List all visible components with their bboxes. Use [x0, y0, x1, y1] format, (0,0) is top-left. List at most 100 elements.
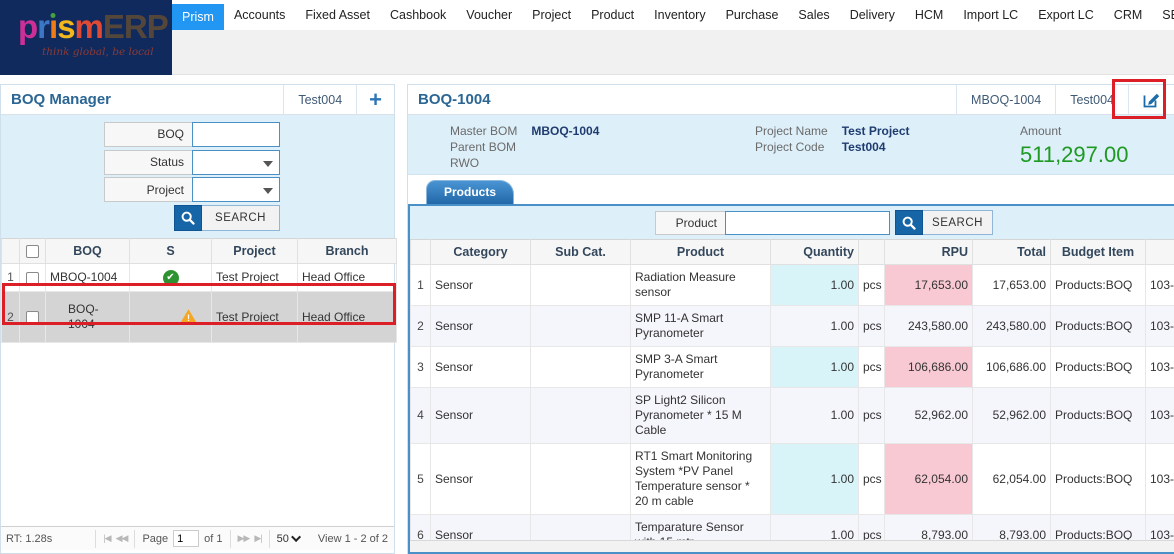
page-label: Page: [142, 532, 169, 545]
cell-num: 4: [410, 387, 431, 444]
cell-qty: 1.00: [770, 387, 859, 444]
product-search-label: Product: [655, 210, 725, 235]
logo-letter: ı: [49, 8, 58, 45]
cell-unit: pcs: [858, 443, 885, 515]
top-header: prı smERP think global, be local Prism Acc…: [0, 0, 1174, 75]
cell-product: SMP 3-A Smart Pyranometer: [630, 346, 771, 388]
header-budget-item[interactable]: Budget Item: [1050, 239, 1146, 265]
response-time: RT: 1.28s: [6, 532, 53, 545]
cell-rpu: 52,962.00: [884, 387, 973, 444]
boq-filter-area: BOQ Status Project SEARCH: [1, 115, 394, 238]
nav-item-sales[interactable]: Sales: [788, 0, 839, 30]
nav-item-accounts[interactable]: Accounts: [224, 0, 295, 30]
boq-manager-panel: BOQ Manager Test004 + BOQ Status Project: [0, 84, 397, 554]
header-boq[interactable]: BOQ: [45, 237, 130, 265]
nav-item-sbs[interactable]: SBS: [1152, 0, 1174, 30]
first-page-icon[interactable]: |◀: [103, 533, 111, 544]
status-filter-select[interactable]: [192, 149, 280, 175]
table-row[interactable]: 4 Sensor SP Light2 Silicon Pyranometer * 1…: [410, 387, 1174, 444]
cell-num: 1: [1, 263, 20, 293]
nav-item-product[interactable]: Product: [581, 0, 644, 30]
nav-item-crm[interactable]: CRM: [1104, 0, 1152, 30]
project-code-button[interactable]: Test004: [1055, 85, 1128, 114]
boq-manager-header: BOQ Manager Test004 +: [1, 85, 394, 115]
header-quantity[interactable]: Quantity: [770, 239, 859, 265]
table-row[interactable]: 5 Sensor RT1 Smart Monitoring System *PV P…: [410, 443, 1174, 515]
cell-status: ✔: [129, 263, 212, 293]
cell-subcat: [530, 514, 631, 540]
header-row-number: [1, 237, 20, 265]
header-branch[interactable]: Branch: [297, 237, 397, 265]
cell-product: SP Light2 Silicon Pyranometer * 15 M Cab…: [630, 387, 771, 444]
cell-subcat: [530, 346, 631, 388]
horizontal-scrollbar[interactable]: [410, 540, 1174, 552]
nav-item-purchase[interactable]: Purchase: [716, 0, 789, 30]
amount-value: 511,297.00: [1020, 142, 1129, 167]
table-row[interactable]: 1 MBOQ-1004 ✔ Test Project Head Office: [1, 263, 397, 293]
row-checkbox[interactable]: [26, 311, 39, 325]
parent-bom-label: Parent BOM: [450, 140, 517, 154]
cell-category: Sensor: [430, 514, 531, 540]
cell-rpu: 243,580.00: [884, 305, 973, 347]
cell-checkbox: [19, 263, 46, 293]
header-select-all: [19, 237, 46, 265]
last-page-icon[interactable]: ▶|: [254, 533, 262, 544]
nav-item-cashbook[interactable]: Cashbook: [380, 0, 456, 30]
header-rpu[interactable]: RPU: [884, 239, 973, 265]
master-bom-button[interactable]: MBOQ-1004: [956, 85, 1055, 114]
cell-budget: Products:BOQ: [1050, 264, 1146, 306]
table-row[interactable]: 2 Sensor SMP 11-A Smart Pyranometer 1.00 pcs…: [410, 305, 1174, 347]
nav-item-delivery[interactable]: Delivery: [840, 0, 905, 30]
table-row[interactable]: 3 Sensor SMP 3-A Smart Pyranometer 1.00 pcs 1…: [410, 346, 1174, 388]
product-search-button[interactable]: SEARCH: [895, 210, 993, 235]
status-warning-icon: !: [179, 309, 198, 325]
header-category[interactable]: Category: [430, 239, 531, 265]
nav-item-export-lc[interactable]: Export LC: [1028, 0, 1104, 30]
nav-item-hcm[interactable]: HCM: [905, 0, 953, 30]
nav-item-import-lc[interactable]: Import LC: [953, 0, 1028, 30]
next-page-icon[interactable]: ▶▶: [238, 533, 251, 544]
header-project[interactable]: Project: [211, 237, 298, 265]
boq-detail-panel: BOQ-1004 MBOQ-1004 Test004 Master BOM Pa…: [407, 84, 1174, 554]
cell-unit: pcs: [858, 346, 885, 388]
header-subcat[interactable]: Sub Cat.: [530, 239, 631, 265]
cell-qty: 1.00: [770, 264, 859, 306]
table-row[interactable]: 6Sensor Temparature Sensor with 15 mtr1.0…: [410, 514, 1174, 540]
page-number-input[interactable]: [173, 530, 200, 547]
nav-item-voucher[interactable]: Voucher: [456, 0, 522, 30]
cell-num: 5: [410, 443, 431, 515]
app-logo[interactable]: prı smERP think global, be local: [0, 0, 172, 75]
products-table-wrap: Category Sub Cat. Product Quantity RPU T…: [410, 239, 1174, 540]
table-row[interactable]: 2 BOQ-1004! Test Project Head Office: [1, 291, 397, 344]
amount-label: Amount: [1020, 124, 1062, 138]
cell-subcat: [530, 387, 631, 444]
header-total[interactable]: Total: [972, 239, 1051, 265]
nav-item-inventory[interactable]: Inventory: [644, 0, 715, 30]
tab-products[interactable]: Products: [426, 180, 514, 204]
cell-extra: 103-Ge: [1145, 305, 1174, 347]
prev-page-icon[interactable]: ◀◀: [116, 533, 129, 544]
edit-boq-button[interactable]: [1128, 85, 1174, 114]
table-row[interactable]: 1 Sensor Radiation Measure sensor 1.00 pcs 17…: [410, 264, 1174, 306]
cell-category: Sensor: [430, 387, 531, 444]
chevron-down-icon: [263, 188, 273, 195]
product-search-input[interactable]: [725, 210, 890, 235]
boq-search-button[interactable]: SEARCH: [174, 205, 280, 232]
cell-category: Sensor: [430, 305, 531, 347]
nav-item-prism[interactable]: Prism: [172, 4, 224, 30]
project-context-button[interactable]: Test004: [283, 85, 356, 114]
row-checkbox[interactable]: [26, 271, 39, 285]
boq-filter-input[interactable]: [192, 121, 280, 147]
cell-subcat: [530, 305, 631, 347]
project-filter-select[interactable]: [192, 177, 280, 203]
nav-item-fixed-asset[interactable]: Fixed Asset: [295, 0, 380, 30]
header-product[interactable]: Product: [630, 239, 771, 265]
cell-extra: 103-Ge: [1145, 387, 1174, 444]
nav-item-project[interactable]: Project: [522, 0, 581, 30]
header-status[interactable]: S: [129, 237, 212, 265]
cell-project: Test Project: [211, 291, 298, 344]
add-boq-button[interactable]: +: [356, 85, 394, 114]
page-size-select[interactable]: 50: [268, 529, 308, 548]
select-all-checkbox[interactable]: [26, 245, 39, 259]
cell-category: Sensor: [430, 346, 531, 388]
